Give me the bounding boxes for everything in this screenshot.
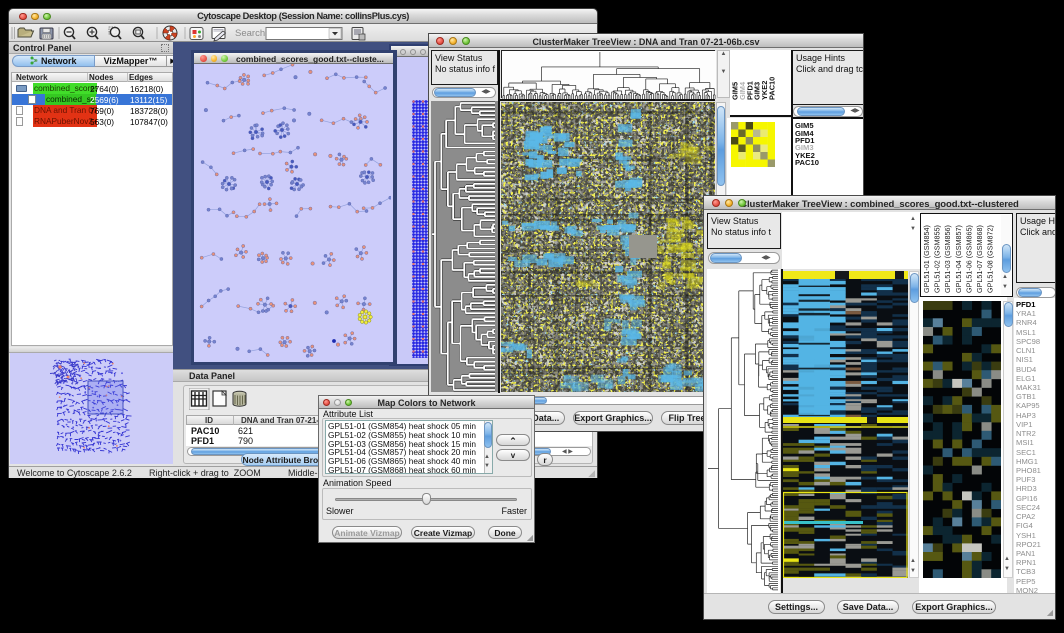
- svg-text:GPL51-02 (GSM855): GPL51-02 (GSM855): [933, 225, 942, 293]
- svg-text:PAC10: PAC10: [768, 77, 777, 100]
- svg-text:GPL51-07 (GSM868): GPL51-07 (GSM868): [975, 225, 984, 293]
- svg-text:GPL51-01 (GSM854): GPL51-01 (GSM854): [922, 225, 931, 293]
- svg-text:GPL51-08 (GSM872): GPL51-08 (GSM872): [986, 225, 995, 293]
- svg-text:GPL51-06 (GSM865): GPL51-06 (GSM865): [964, 225, 973, 293]
- svg-text:GPL51-03 (GSM856): GPL51-03 (GSM856): [943, 225, 952, 293]
- svg-text:GPL51-04 (GSM857): GPL51-04 (GSM857): [954, 225, 963, 293]
- svg-text:Search:: Search:: [235, 28, 268, 39]
